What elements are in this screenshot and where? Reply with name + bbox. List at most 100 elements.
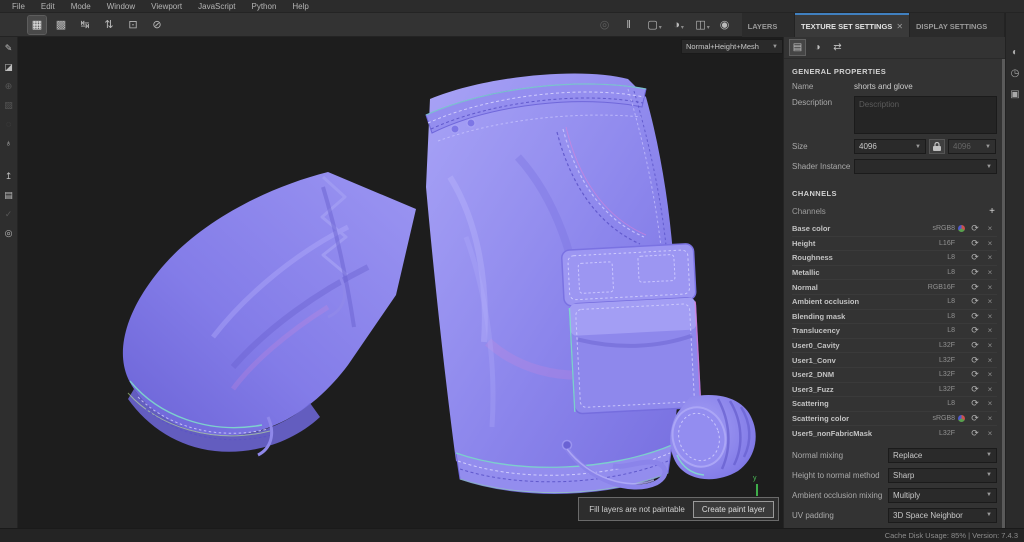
panel-tab[interactable]: LAYERS✕ [741, 13, 795, 37]
tool-icon[interactable]: ✎ [2, 41, 16, 55]
channel-format-dropdown[interactable]: L8 [921, 298, 955, 305]
channel-format-dropdown[interactable]: sRGB8 [921, 415, 955, 422]
add-channel-icon[interactable]: + [989, 206, 997, 217]
menu-item[interactable]: Window [99, 0, 143, 13]
channel-remove-icon[interactable]: × [983, 224, 997, 233]
channel-format-dropdown[interactable]: L8 [921, 269, 955, 276]
panel-tab[interactable]: TEXTURE SET SETTINGS ✕ [795, 13, 910, 37]
channel-refresh-icon[interactable]: ⟳ [967, 355, 983, 366]
channel-format-dropdown[interactable]: L32F [921, 357, 955, 364]
channel-refresh-icon[interactable]: ⟳ [967, 398, 983, 409]
create-paint-layer-button[interactable]: Create paint layer [692, 500, 774, 518]
channel-format-dropdown[interactable]: L32F [921, 342, 955, 349]
menu-item[interactable]: File [4, 0, 33, 13]
toolbar-icon[interactable]: ↹ [76, 16, 94, 34]
mixing-dropdown[interactable]: Multiply ▼ [888, 487, 997, 503]
panel-subtab-icon[interactable]: ◑ [810, 40, 825, 55]
toolbar-icon[interactable]: ▢ ▾ [646, 16, 664, 34]
channel-format-dropdown[interactable]: L8 [921, 327, 955, 334]
channel-refresh-icon[interactable]: ⟳ [967, 223, 983, 234]
tool-icon[interactable]: ▤ [2, 188, 16, 202]
channel-remove-icon[interactable]: × [983, 239, 997, 248]
channel-refresh-icon[interactable]: ⟳ [967, 311, 983, 322]
channel-remove-icon[interactable]: × [983, 385, 997, 394]
channel-refresh-icon[interactable]: ⟳ [967, 238, 983, 249]
toolbar-icon[interactable]: ⊡ [124, 16, 142, 34]
menu-item[interactable]: Python [244, 0, 285, 13]
tool-icon[interactable]: ⊕ [2, 79, 16, 93]
channel-remove-icon[interactable]: × [983, 326, 997, 335]
toolbar-icon[interactable]: ◉▾ [718, 16, 736, 34]
channel-refresh-icon[interactable]: ⟳ [967, 252, 983, 263]
channel-format-dropdown[interactable]: L8 [921, 400, 955, 407]
channel-refresh-icon[interactable]: ⟳ [967, 325, 983, 336]
side-strip-icon[interactable]: ◐ [1012, 47, 1018, 58]
mixing-dropdown[interactable]: Sharp ▼ [888, 467, 997, 483]
menu-item[interactable]: Help [284, 0, 316, 13]
menu-item[interactable]: Edit [33, 0, 63, 13]
viewport-3d[interactable]: Normal+Height+Mesh ▼ y Fill layers are no… [18, 37, 783, 528]
channel-remove-icon[interactable]: × [983, 297, 997, 306]
toolbar-icon[interactable]: ‖▾ [622, 16, 640, 34]
channel-format-dropdown[interactable]: L32F [921, 430, 955, 437]
side-strip-icon[interactable]: ▣ [1010, 89, 1019, 100]
tool-icon[interactable]: ▨ [2, 98, 16, 112]
channel-remove-icon[interactable]: × [983, 268, 997, 277]
menu-item[interactable]: JavaScript [190, 0, 243, 13]
viewport-shading-dropdown[interactable]: Normal+Height+Mesh ▼ [681, 39, 783, 54]
channel-remove-icon[interactable]: × [983, 414, 997, 423]
size-height-dropdown[interactable]: 4096 ▼ [948, 139, 996, 154]
channel-remove-icon[interactable]: × [983, 312, 997, 321]
channel-format-dropdown[interactable]: L16F [921, 240, 955, 247]
panel-subtab-icon[interactable]: ▤ [789, 39, 806, 56]
panel-tab[interactable]: DISPLAY SETTINGS✕ [910, 13, 1004, 37]
toolbar-icon[interactable]: ⊘ [148, 16, 166, 34]
toolbar-icon[interactable]: ◎▾ [598, 16, 616, 34]
size-dropdown[interactable]: 4096 ▼ [854, 139, 926, 154]
shader-instance-dropdown[interactable]: ▼ [854, 159, 997, 174]
size-lock-icon[interactable] [929, 139, 945, 154]
channel-format-dropdown[interactable]: L8 [921, 313, 955, 320]
mixing-dropdown[interactable]: Replace ▼ [888, 447, 997, 463]
channel-refresh-icon[interactable]: ⟳ [967, 340, 983, 351]
panel-subtab-icon[interactable]: ⇄ [830, 40, 845, 55]
side-strip-icon[interactable]: ◷ [1011, 68, 1020, 79]
toolbar-icon[interactable]: ◫ ▾ [694, 16, 712, 34]
channel-remove-icon[interactable]: × [983, 283, 997, 292]
toolbar-icon[interactable]: ◑ ▾ [670, 16, 688, 34]
channel-format-dropdown[interactable]: RGB16F [921, 284, 955, 291]
tool-icon[interactable]: ↥ [2, 169, 16, 183]
channel-format-dropdown[interactable]: L32F [921, 386, 955, 393]
close-tab-icon[interactable]: ✕ [896, 22, 903, 31]
tool-icon[interactable]: ◌ [2, 117, 16, 131]
channel-remove-icon[interactable]: × [983, 356, 997, 365]
channel-refresh-icon[interactable]: ⟳ [967, 369, 983, 380]
panel-scrollbar[interactable] [1002, 59, 1005, 528]
tool-icon[interactable]: ◎ [2, 226, 16, 240]
channel-refresh-icon[interactable]: ⟳ [967, 413, 983, 424]
tool-icon[interactable]: ♁ [2, 136, 16, 150]
tool-icon[interactable]: ✓ [2, 207, 16, 221]
channel-format-dropdown[interactable]: L32F [921, 371, 955, 378]
channel-refresh-icon[interactable]: ⟳ [967, 296, 983, 307]
toolbar-icon[interactable]: ▩ [52, 16, 70, 34]
mixing-dropdown[interactable]: 3D Space Neighbor ▼ [888, 507, 997, 523]
channel-remove-icon[interactable]: × [983, 253, 997, 262]
channel-format-dropdown[interactable]: L8 [921, 254, 955, 261]
channel-refresh-icon[interactable]: ⟳ [967, 428, 983, 439]
channel-format-dropdown[interactable]: sRGB8 [921, 225, 955, 232]
description-input[interactable] [854, 96, 997, 134]
channel-remove-icon[interactable]: × [983, 341, 997, 350]
toolbar-icon[interactable]: ▦ [27, 14, 47, 35]
channel-refresh-icon[interactable]: ⟳ [967, 282, 983, 293]
channel-row: Height L16F ⟳ × [792, 235, 997, 251]
tool-icon[interactable]: ◪ [2, 60, 16, 74]
toolbar-icon[interactable]: ⇅ [100, 16, 118, 34]
menu-item[interactable]: Viewport [143, 0, 190, 13]
menu-item[interactable]: Mode [63, 0, 99, 13]
channel-remove-icon[interactable]: × [983, 429, 997, 438]
channel-remove-icon[interactable]: × [983, 399, 997, 408]
channel-refresh-icon[interactable]: ⟳ [967, 384, 983, 395]
channel-remove-icon[interactable]: × [983, 370, 997, 379]
channel-refresh-icon[interactable]: ⟳ [967, 267, 983, 278]
